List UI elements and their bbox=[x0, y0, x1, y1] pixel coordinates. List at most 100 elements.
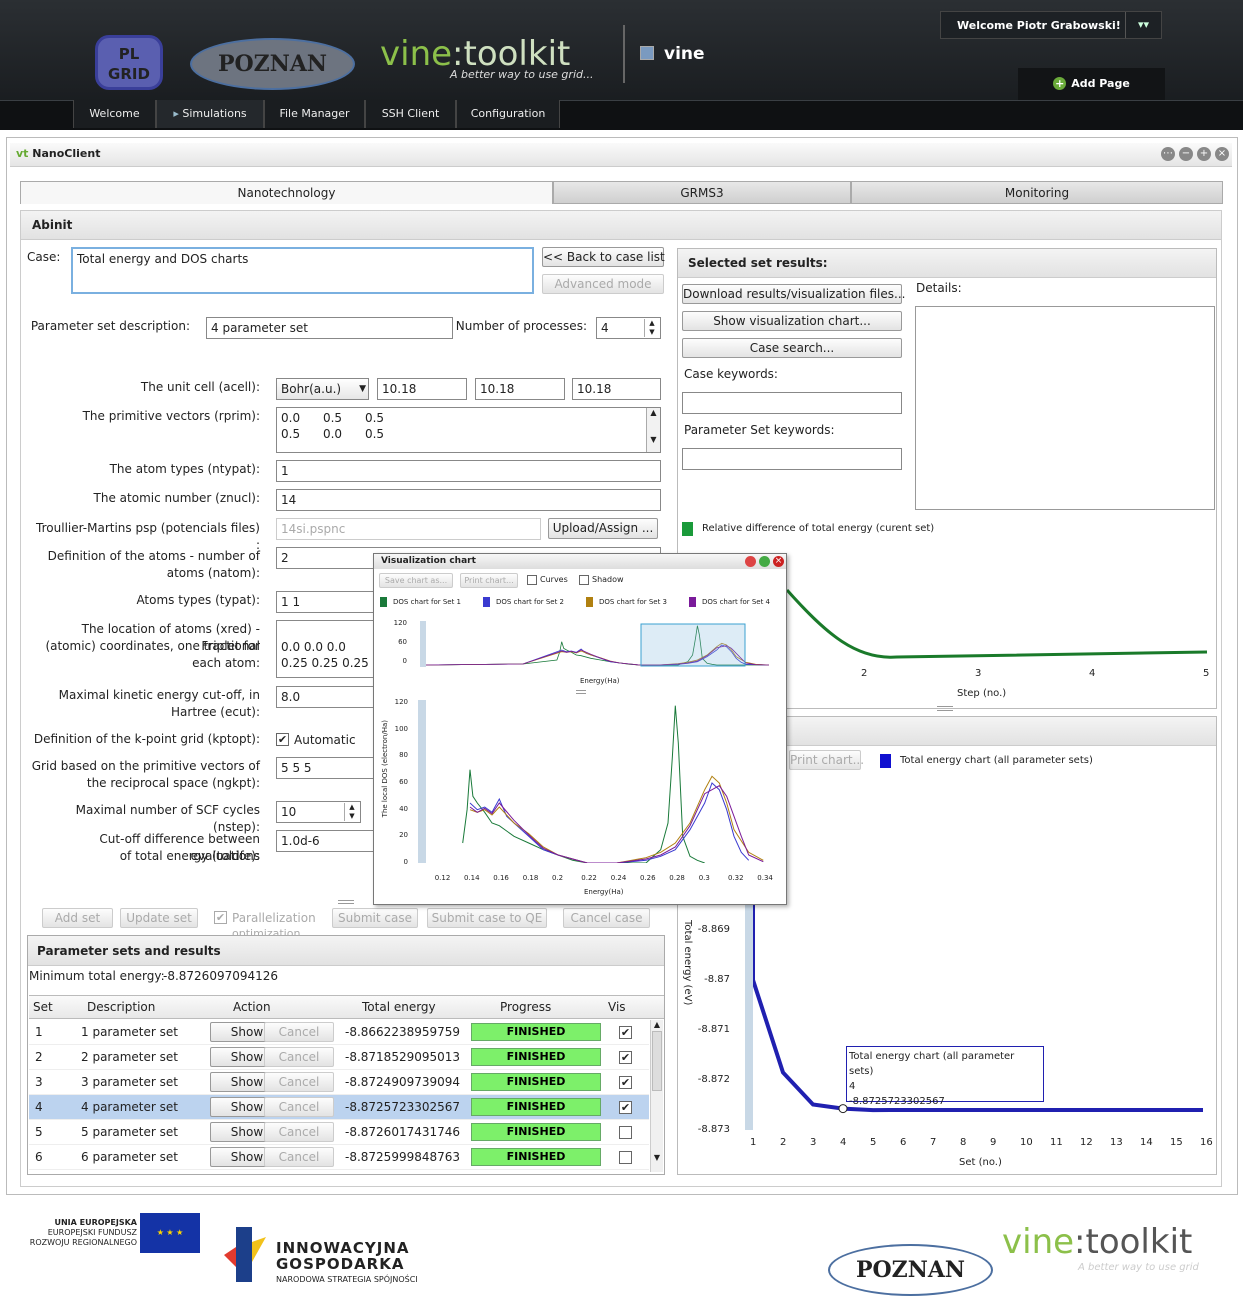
case-search-button[interactable]: Case search... bbox=[682, 338, 902, 358]
selected-point[interactable] bbox=[838, 1104, 848, 1114]
total-x-tick-label: 9 bbox=[990, 1137, 997, 1148]
show-chart-button[interactable]: Show visualization chart... bbox=[682, 311, 902, 331]
param-keywords-field[interactable] bbox=[682, 448, 902, 470]
col-description[interactable]: Description bbox=[87, 996, 155, 1018]
back-to-case-list-button[interactable]: << Back to case list bbox=[542, 247, 665, 267]
col-action[interactable]: Action bbox=[233, 996, 271, 1018]
cancel-button[interactable]: Cancel bbox=[264, 1047, 334, 1067]
maximize-icon[interactable]: + bbox=[1197, 147, 1211, 161]
table-row[interactable]: 11 parameter set Show Cancel -8.86622389597… bbox=[29, 1020, 649, 1045]
table-row[interactable]: 66 parameter set Show Cancel -8.87259998487… bbox=[29, 1145, 649, 1170]
minimize-icon[interactable]: − bbox=[1179, 147, 1193, 161]
popup-minimize-icon[interactable] bbox=[745, 556, 756, 567]
psp-field[interactable]: 14si.pspnc bbox=[276, 518, 541, 540]
acell-field-1[interactable]: 10.18 bbox=[377, 378, 467, 400]
tab-monitoring[interactable]: Monitoring bbox=[851, 181, 1223, 204]
scroll-up-icon[interactable]: ▲ bbox=[647, 408, 660, 417]
advanced-mode-button[interactable]: Advanced mode bbox=[542, 274, 664, 294]
param-desc-field[interactable]: 4 parameter set bbox=[206, 317, 453, 339]
curves-checkbox[interactable] bbox=[527, 575, 537, 585]
param-desc-label: Parameter set description: bbox=[30, 319, 190, 333]
nav-ssh-client[interactable]: SSH Client bbox=[365, 100, 456, 128]
vis-checkbox[interactable]: ✔ bbox=[619, 1076, 632, 1089]
chevron-down-icon[interactable]: ▼ bbox=[645, 328, 659, 337]
scroll-down-icon[interactable]: ▼ bbox=[651, 1153, 663, 1162]
col-total-energy[interactable]: Total energy bbox=[362, 996, 436, 1018]
save-chart-button[interactable]: Save chart as... bbox=[379, 573, 453, 588]
ntypat-field[interactable]: 1 bbox=[276, 460, 661, 482]
table-row[interactable]: 22 parameter set Show Cancel -8.87185290950… bbox=[29, 1045, 649, 1070]
close-icon[interactable]: × bbox=[1215, 147, 1229, 161]
options-icon[interactable]: ⋯ bbox=[1161, 147, 1175, 161]
innowacyjna-text: INNOWACYJNA GOSPODARKA NARODOWA STRATEGIA … bbox=[276, 1239, 418, 1284]
vis-checkbox[interactable] bbox=[619, 1151, 632, 1164]
submit-case-button[interactable]: Submit case bbox=[332, 908, 418, 928]
rprim-textarea[interactable]: 0.0 0.5 0.5 0.5 0.0 0.5 bbox=[276, 407, 661, 453]
total-x-tick-label: 8 bbox=[960, 1137, 967, 1148]
nav-file-manager[interactable]: File Manager bbox=[264, 100, 365, 128]
cancel-button[interactable]: Cancel bbox=[264, 1022, 334, 1042]
cancel-button[interactable]: Cancel bbox=[264, 1147, 334, 1167]
scroll-thumb[interactable] bbox=[652, 1031, 662, 1091]
update-set-button[interactable]: Update set bbox=[120, 908, 198, 928]
nstep-arrows[interactable]: ▲ ▼ bbox=[344, 803, 359, 821]
nproc-arrows[interactable]: ▲ ▼ bbox=[644, 319, 659, 337]
add-set-button[interactable]: Add set bbox=[42, 908, 113, 928]
cancel-button[interactable]: Cancel bbox=[264, 1072, 334, 1092]
acell-field-2[interactable]: 10.18 bbox=[475, 378, 565, 400]
cancel-case-button[interactable]: Cancel case bbox=[563, 908, 650, 928]
add-page-button[interactable]: + Add Page bbox=[1018, 68, 1165, 100]
rprim-line-2: 0.5 0.0 0.5 bbox=[281, 427, 385, 441]
download-results-button[interactable]: Download results/visualization files... bbox=[682, 284, 905, 304]
resize-handle[interactable] bbox=[338, 900, 354, 904]
chevron-down-icon[interactable]: ▼ bbox=[345, 812, 359, 821]
table-row[interactable]: 55 parameter set Show Cancel -8.87260174317… bbox=[29, 1120, 649, 1145]
case-field[interactable]: Total energy and DOS charts bbox=[71, 247, 534, 294]
vis-checkbox[interactable]: ✔ bbox=[619, 1051, 632, 1064]
details-box[interactable] bbox=[915, 306, 1215, 510]
vis-checkbox[interactable]: ✔ bbox=[619, 1026, 632, 1039]
nav-configuration[interactable]: Configuration bbox=[456, 100, 560, 128]
case-keywords-field[interactable] bbox=[682, 392, 902, 414]
rprim-scrollbar[interactable]: ▲ ▼ bbox=[646, 408, 660, 452]
chevron-up-icon[interactable]: ▲ bbox=[645, 319, 659, 328]
tab-grms3[interactable]: GRMS3 bbox=[553, 181, 851, 204]
znucl-field[interactable]: 14 bbox=[276, 489, 661, 511]
tab-nanotechnology[interactable]: Nanotechnology bbox=[20, 181, 553, 204]
popup-close-icon[interactable]: × bbox=[773, 556, 784, 567]
popup-resize-handle[interactable] bbox=[576, 690, 586, 694]
scroll-down-icon[interactable]: ▼ bbox=[647, 435, 660, 444]
resize-handle[interactable] bbox=[937, 706, 953, 711]
total-x-tick-label: 14 bbox=[1140, 1137, 1153, 1148]
table-scrollbar[interactable]: ▲ ▼ bbox=[650, 1020, 663, 1172]
popup-print-button[interactable]: Print chart... bbox=[460, 573, 518, 588]
cancel-button[interactable]: Cancel bbox=[264, 1122, 334, 1142]
legend-item: DOS chart for Set 3 bbox=[586, 597, 667, 607]
print-chart-button[interactable]: Print chart... bbox=[789, 750, 864, 770]
popup-maximize-icon[interactable] bbox=[759, 556, 770, 567]
chevron-down-icon[interactable]: ▾▾ bbox=[1125, 12, 1161, 38]
welcome-menu[interactable]: Welcome Piotr Grabowski! ▾▾ bbox=[940, 11, 1162, 39]
nav-welcome[interactable]: Welcome bbox=[73, 100, 156, 128]
table-row[interactable]: 33 parameter set Show Cancel -8.87249097390… bbox=[29, 1070, 649, 1095]
vis-checkbox[interactable] bbox=[619, 1126, 632, 1139]
cancel-button[interactable]: Cancel bbox=[264, 1097, 334, 1117]
vis-checkbox[interactable]: ✔ bbox=[619, 1101, 632, 1114]
shadow-label: Shadow bbox=[592, 575, 624, 584]
upload-assign-button[interactable]: Upload/Assign ... bbox=[548, 518, 658, 539]
col-set[interactable]: Set bbox=[33, 996, 53, 1018]
dos-overview-chart bbox=[420, 621, 770, 667]
submit-case-qe-button[interactable]: Submit case to QE bbox=[427, 908, 547, 928]
nav-simulations[interactable]: ▸ Simulations bbox=[156, 100, 264, 128]
acell-field-3[interactable]: 10.18 bbox=[572, 378, 661, 400]
table-row[interactable]: 44 parameter set Show Cancel -8.87257233025… bbox=[29, 1095, 649, 1120]
scroll-up-icon[interactable]: ▲ bbox=[651, 1020, 663, 1029]
zoom-selection[interactable] bbox=[640, 623, 746, 667]
col-progress[interactable]: Progress bbox=[500, 996, 551, 1018]
parallelization-checkbox[interactable]: ✔ bbox=[214, 911, 227, 924]
col-vis[interactable]: Vis bbox=[608, 996, 626, 1018]
shadow-checkbox[interactable] bbox=[579, 575, 589, 585]
kptopt-checkbox[interactable]: ✔ bbox=[276, 733, 289, 746]
chevron-up-icon[interactable]: ▲ bbox=[345, 803, 359, 812]
acell-unit-select[interactable]: Bohr(a.u.) ▼ bbox=[276, 378, 369, 400]
